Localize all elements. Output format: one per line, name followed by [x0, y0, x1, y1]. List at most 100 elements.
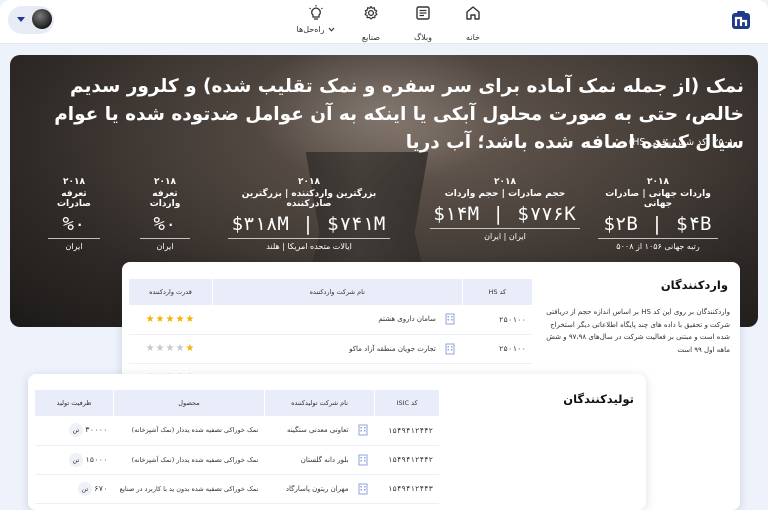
capacity-value: ۶۷۰ — [94, 483, 108, 493]
cell-company: تعاونی معدنی سنگینه — [264, 416, 375, 446]
cell-isic-code: ۱۵۴۹۴۱۲۴۴۳ — [374, 474, 439, 504]
stat-sub: ایالات متحده امریکا | هلند — [266, 242, 352, 251]
user-menu[interactable] — [8, 6, 54, 34]
stat-divider — [228, 238, 390, 239]
producers-title: تولیدکنندگان — [563, 392, 634, 406]
cell-hs-code: ۲۵۰۱۰۰ — [462, 305, 532, 335]
gear-icon — [364, 5, 378, 20]
page: خانه وبلاگ صنایع — [0, 0, 768, 510]
building-icon — [358, 454, 368, 465]
nav-industries-label: صنایع — [361, 33, 381, 42]
stat-sub: ایران | ایران — [484, 232, 526, 241]
cell-company: بلور دانه گلستان — [264, 445, 375, 475]
nav-solutions[interactable]: راه‌حل‌ها — [284, 4, 348, 34]
company-name[interactable]: تعاونی معدنی سنگینه — [287, 426, 348, 434]
stat-export-tariff: ۲۰۱۸ تعرفه صادرات %۰ ایران — [48, 177, 100, 251]
stat-sub: رتبه جهانی ۱۰۵۶ از ۵۰۰۸ — [616, 242, 700, 251]
stat-divider — [598, 238, 718, 239]
top-nav: خانه وبلاگ صنایع — [0, 0, 768, 44]
cell-capacity: ۳۰۰۰۰ تن — [34, 416, 114, 446]
col-importer-name: نام شرکت واردکننده — [211, 279, 463, 305]
company-name[interactable]: بلور دانه گلستان — [301, 456, 349, 464]
col-importer-power: قدرت واردکننده — [128, 279, 213, 305]
stat-title: تعرفه صادرات — [56, 189, 91, 209]
company-name[interactable]: سامان داروی هشتم — [378, 315, 435, 323]
cell-rating: ★★★★★ — [128, 334, 213, 364]
stat-import-tariff: ۲۰۱۸ تعرفه واردات %۰ ایران — [140, 177, 190, 251]
newspaper-icon — [416, 6, 430, 20]
unit-badge: تن — [68, 452, 83, 467]
col-hs-code: کد HS — [461, 279, 532, 305]
stat-divider — [140, 238, 190, 239]
building-icon — [358, 424, 368, 436]
col-product: محصول — [113, 390, 265, 416]
building-icon — [445, 343, 455, 354]
table-row[interactable]: ۱۵۴۹۴۱۲۴۴۳ مهران ریتون پاسارگاد نمک خورا… — [34, 474, 439, 504]
producers-card: تولیدکنندگان کد ISIC نام شرکت تولیدکننده… — [28, 374, 646, 510]
star-rating: ★★★★★ — [145, 313, 196, 325]
stat-volume: ۲۰۱۸ حجم صادرات | حجم واردات $۱۴M | $۷۷۶… — [430, 177, 580, 241]
col-capacity: ظرفیت تولید — [33, 390, 114, 416]
stat-year: ۲۰۱۸ — [63, 177, 85, 187]
col-isic-code: کد ISIC — [374, 390, 439, 416]
building-icon — [445, 313, 455, 325]
stat-year: ۲۰۱۸ — [647, 177, 669, 187]
avatar — [32, 9, 52, 29]
cell-product: نمک خوراکی تصفیه شده یددار (نمک آشپزخانه… — [113, 416, 265, 446]
cell-company: سامان داروی هشتم — [212, 305, 463, 335]
stat-title: حجم صادرات | حجم واردات — [444, 189, 566, 199]
caret-down-icon — [17, 17, 25, 22]
nav-home-label: خانه — [466, 33, 480, 42]
unit-badge: تن — [77, 481, 92, 496]
stat-title: تعرفه واردات — [149, 189, 181, 209]
stat-largest: ۲۰۱۸ بزرگترین واردکننده | بزرگترین صادرک… — [228, 177, 390, 251]
cell-hs-code: ۲۵۰۱۰۰ — [462, 334, 532, 364]
company-name[interactable]: مهران ریتون پاسارگاد — [286, 485, 349, 493]
stat-value: %۰ — [62, 213, 86, 235]
stat-year: ۲۰۱۸ — [494, 177, 516, 187]
stat-divider — [48, 238, 100, 239]
nav-blog[interactable]: وبلاگ — [393, 4, 453, 44]
lightbulb-icon — [309, 5, 323, 20]
company-name[interactable]: تجارت جویان منطقه آزاد ماکو — [349, 345, 436, 353]
producers-table: کد ISIC نام شرکت تولیدکننده محصول ظرفیت … — [33, 390, 439, 504]
building-icon — [358, 483, 368, 494]
cell-company: مهران ریتون پاسارگاد — [264, 474, 375, 504]
stat-world-trade: ۲۰۱۸ واردات جهانی | صادرات جهانی $۲B | $… — [598, 177, 718, 251]
stat-divider — [430, 228, 580, 229]
stat-value: $۳۱۸M | $۷۴۱M — [231, 213, 387, 235]
cell-company: تجارت جویان منطقه آزاد ماکو — [212, 334, 463, 364]
capacity-value: ۳۰۰۰۰ — [85, 425, 108, 435]
col-producer-name: نام شرکت تولیدکننده — [263, 390, 375, 416]
capacity-value: ۱۵۰۰۰ — [85, 454, 108, 464]
stat-sub: ایران — [65, 242, 83, 251]
brand-logo-icon[interactable] — [730, 9, 752, 31]
cell-capacity: ۶۷۰ تن — [34, 474, 114, 504]
stat-value: $۱۴M | $۷۷۶K — [433, 203, 577, 225]
stat-year: ۲۰۱۸ — [154, 177, 176, 187]
unit-badge: تن — [68, 423, 83, 438]
cell-capacity: ۱۵۰۰۰ تن — [34, 445, 114, 475]
stat-title: واردات جهانی | صادرات جهانی — [605, 189, 711, 209]
cell-rating: ★★★★★ — [128, 305, 213, 335]
table-row[interactable]: ۲۵۰۱۰۰ سامان داروی هشتم ★★★★★ — [128, 305, 532, 335]
cell-isic-code: ۱۵۴۹۴۱۲۴۴۲ — [374, 416, 439, 446]
table-row[interactable]: ۱۵۴۹۴۱۲۴۴۲ بلور دانه گلستان نمک خوراکی ت… — [34, 445, 439, 475]
hs-code: ۲۵۰۱۰۰ (کد شش رقمی HS) — [628, 137, 744, 148]
importers-title: واردکنندگان — [660, 278, 728, 292]
cell-isic-code: ۱۵۴۹۴۱۲۴۴۲ — [374, 445, 439, 475]
cell-product: نمک خوراکی تصفیه شده بدون ید با کاربرد د… — [113, 474, 265, 504]
stat-value: %۰ — [153, 213, 177, 235]
chevron-down-icon — [329, 27, 335, 32]
stat-sub: ایران — [156, 242, 174, 251]
cell-product: نمک خوراکی تصفیه شده یددار (نمک آشپزخانه… — [113, 445, 265, 475]
table-row[interactable]: ۱۵۴۹۴۱۲۴۴۲ تعاونی معدنی سنگینه نمک خوراک… — [34, 416, 439, 446]
home-icon — [466, 6, 480, 20]
importers-description: واردکنندگان بر روی این کد HS بر اساس اند… — [546, 308, 730, 354]
table-row[interactable]: ۲۵۰۱۰۰ تجارت جویان منطقه آزاد ماکو ★★★★★ — [128, 334, 532, 364]
stat-year: ۲۰۱۸ — [298, 177, 320, 187]
star-rating: ★★★★★ — [145, 343, 196, 354]
nav-industries[interactable]: صنایع — [341, 4, 401, 44]
nav-blog-label: وبلاگ — [413, 33, 433, 42]
stat-value: $۲B | $۴B — [603, 213, 713, 235]
